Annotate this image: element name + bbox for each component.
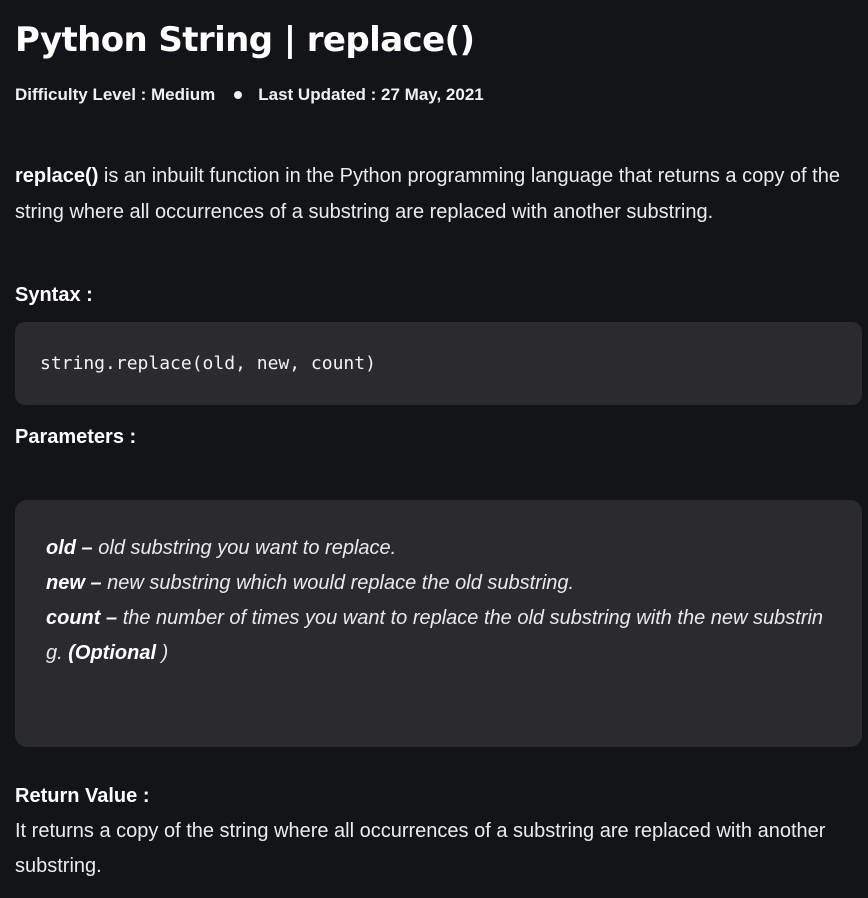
parameter-description: old substring you want to replace. [98, 537, 397, 559]
parameter-count: count – the number of times you want to … [46, 601, 832, 671]
parameter-name: new [46, 572, 85, 594]
parameter-name: count [46, 607, 101, 629]
parameter-old: old – old substring you want to replace. [46, 531, 832, 566]
parameter-name: old [46, 537, 76, 559]
parameters-heading: Parameters : [15, 426, 137, 448]
return-value-heading: Return Value : [15, 785, 150, 807]
return-value-text: It returns a copy of the string where al… [15, 820, 826, 877]
parameter-separator: – [100, 607, 123, 629]
parameter-separator: – [84, 572, 108, 594]
syntax-heading: Syntax : [15, 284, 93, 306]
syntax-code-block: string.replace(old, new, count) [15, 322, 862, 405]
optional-label: (Optional [68, 642, 157, 664]
difficulty-level: Difficulty Level : Medium [15, 85, 216, 104]
function-name: replace() [15, 165, 99, 187]
bullet-separator-icon [234, 91, 243, 99]
article-meta: Difficulty Level : Medium Last Updated :… [15, 82, 484, 108]
parameter-separator: – [76, 537, 99, 559]
parameter-new: new – new substring which would replace … [46, 566, 832, 601]
optional-close: ) [156, 642, 169, 664]
syntax-code: string.replace(old, new, count) [40, 353, 376, 374]
article-title: Python String | replace() [15, 20, 475, 60]
last-updated: Last Updated : 27 May, 2021 [258, 85, 484, 104]
parameter-description: new substring which would replace the ol… [107, 572, 575, 594]
intro-text: is an inbuilt function in the Python pro… [15, 165, 840, 223]
parameters-block: old – old substring you want to replace.… [15, 500, 862, 747]
intro-paragraph: replace() is an inbuilt function in the … [15, 158, 860, 230]
